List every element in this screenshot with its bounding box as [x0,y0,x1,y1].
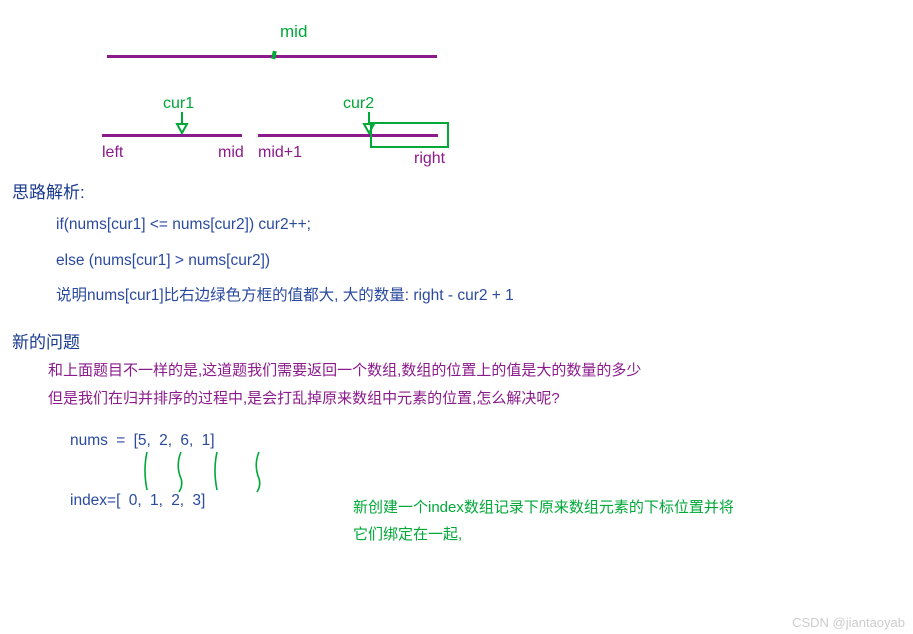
connector-line-icon [172,450,186,498]
code-line-2: else (nums[cur1] > nums[cur2]) [56,243,913,279]
index-binding-diagram: nums = [5, 2, 6, 1] index=[ 0, 1, 2, 3] … [70,432,913,552]
code-line-1: if(nums[cur1] <= nums[cur2]) cur2++; [56,207,913,243]
mid-plus-1-label: mid+1 [258,144,302,162]
connector-line-icon [140,450,154,498]
cur1-label: cur1 [163,95,194,113]
connector-line-icon [210,450,224,498]
new-problem-line-1: 和上面题目不一样的是,这道题我们需要返回一个数组,数组的位置上的值是大的数量的多… [48,357,913,386]
new-problem-line-2: 但是我们在归并排序的过程中,是会打乱掉原来数组中元素的位置,怎么解决呢? [48,385,913,414]
mid-tick-icon [271,51,277,60]
green-range-box [370,122,449,148]
nums-label: nums = [70,432,134,449]
mid-label-bottom: mid [218,144,244,162]
index-label: index= [70,492,116,509]
nums-array-row: nums = [5, 2, 6, 1] [70,432,215,450]
merge-diagram: mid cur1 cur2 left mid mid+1 right [0,0,913,170]
index-values: [ 0, 1, 2, 3] [116,492,205,509]
connector-line-icon [250,450,264,498]
explain-line: 说明nums[cur1]比右边绿色方框的值都大, 大的数量: right - c… [56,278,913,314]
new-problem-body: 和上面题目不一样的是,这道题我们需要返回一个数组,数组的位置上的值是大的数量的多… [48,357,913,414]
array-line-left [102,134,242,137]
new-problem-title: 新的问题 [12,328,913,353]
cur2-label: cur2 [343,95,374,113]
left-label: left [102,144,123,162]
mid-label-top: mid [280,22,307,42]
index-array-row: index=[ 0, 1, 2, 3] [70,492,205,510]
watermark-text: CSDN @jiantaoyab [792,615,905,630]
analysis-body: if(nums[cur1] <= nums[cur2]) cur2++; els… [56,207,913,314]
arrow-down-icon [175,112,187,132]
analysis-title: 思路解析: [12,178,913,203]
nums-values: [5, 2, 6, 1] [134,432,215,449]
index-explain-text: 新创建一个index数组记录下原来数组元素的下标位置并将它们绑定在一起, [353,494,743,548]
right-label: right [414,150,445,168]
